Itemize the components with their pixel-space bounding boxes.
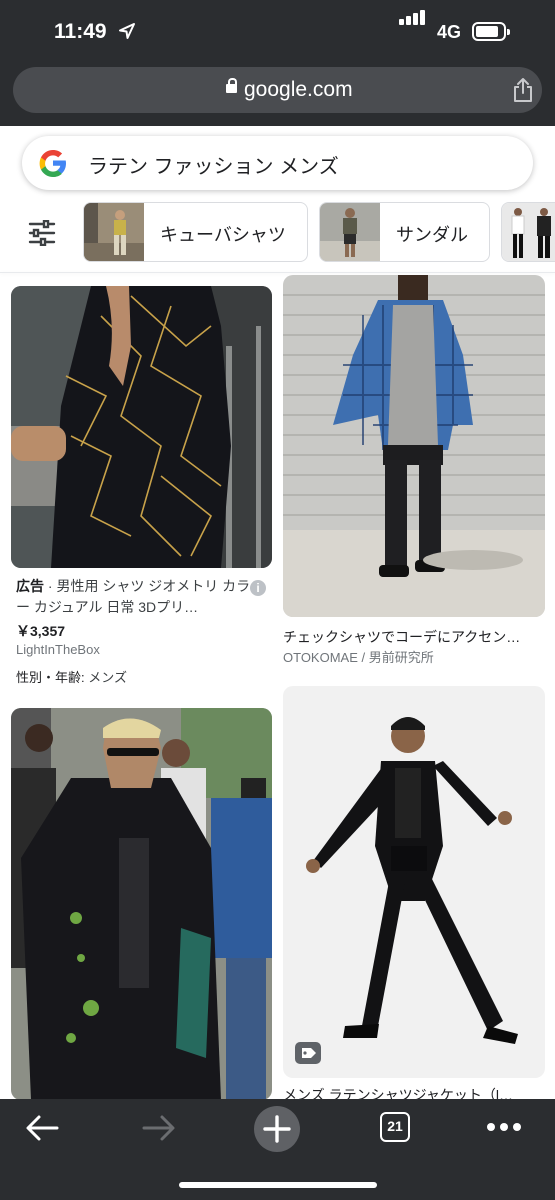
network-type: 4G bbox=[437, 22, 462, 42]
filter-settings-icon[interactable] bbox=[28, 220, 56, 246]
tab-switcher-button[interactable]: 21 bbox=[380, 1112, 410, 1142]
filter-chip-row: キューバシャツ サンダル bbox=[0, 200, 555, 266]
status-time: 11:49 bbox=[54, 20, 107, 43]
lock-icon bbox=[226, 78, 237, 93]
forward-arrow-icon[interactable] bbox=[141, 1113, 177, 1143]
result-image-check-shirt[interactable] bbox=[283, 275, 545, 617]
chip-cuban-shirt[interactable]: キューバシャツ bbox=[83, 202, 308, 262]
latin-jacket-photo bbox=[283, 686, 545, 1078]
ad-attribute: 性別・年齢: メンズ bbox=[16, 670, 127, 685]
back-arrow-icon[interactable] bbox=[24, 1113, 60, 1143]
status-bar: 11:49 4G bbox=[0, 0, 555, 62]
black-jacket-photo bbox=[11, 708, 272, 1100]
header-divider bbox=[0, 272, 555, 273]
chip-thumbnail bbox=[320, 203, 380, 261]
browser-chrome: 11:49 4G google.com bbox=[0, 0, 555, 126]
new-tab-plus-icon[interactable] bbox=[253, 1105, 301, 1153]
address-bar[interactable]: google.com bbox=[13, 67, 542, 113]
search-query-text: ラテン ファッション メンズ bbox=[88, 156, 339, 178]
check-shirt-photo bbox=[283, 275, 545, 617]
geometric-shirt-photo bbox=[11, 286, 272, 568]
more-menu-icon[interactable] bbox=[485, 1121, 523, 1133]
ad-info-icon[interactable]: i bbox=[250, 580, 266, 596]
chip-thumbnail bbox=[502, 203, 555, 261]
chip-label: キューバシャツ bbox=[160, 225, 286, 245]
ad-price: ￥3,357 bbox=[16, 623, 66, 639]
url-text: google.com bbox=[244, 78, 353, 101]
result-source: OTOKOMAE / 男前研究所 bbox=[283, 650, 434, 665]
battery-icon bbox=[472, 22, 510, 41]
result-image-black-jacket[interactable] bbox=[11, 708, 272, 1100]
ad-seller: LightInTheBox bbox=[16, 642, 100, 657]
result-image-geometric-shirt[interactable] bbox=[11, 286, 272, 568]
chip-partial[interactable] bbox=[501, 202, 555, 262]
chip-thumbnail bbox=[84, 203, 144, 261]
ad-label: 広告 bbox=[16, 578, 44, 594]
chip-label: サンダル bbox=[396, 225, 468, 245]
chip-sandals[interactable]: サンダル bbox=[319, 202, 490, 262]
location-arrow-icon bbox=[119, 23, 135, 39]
result-image-latin-jacket[interactable] bbox=[283, 686, 545, 1078]
search-box[interactable]: ラテン ファッション メンズ bbox=[22, 136, 533, 190]
ad-description[interactable]: 広告 · 男性用 シャツ ジオメトリ カラー カジュアル 日常 3Dプリ… bbox=[16, 576, 256, 618]
share-icon[interactable] bbox=[511, 77, 535, 103]
result-caption[interactable]: チェックシャツでコーデにアクセン… bbox=[283, 627, 545, 647]
google-logo-icon bbox=[39, 150, 66, 177]
home-indicator[interactable] bbox=[179, 1182, 377, 1188]
